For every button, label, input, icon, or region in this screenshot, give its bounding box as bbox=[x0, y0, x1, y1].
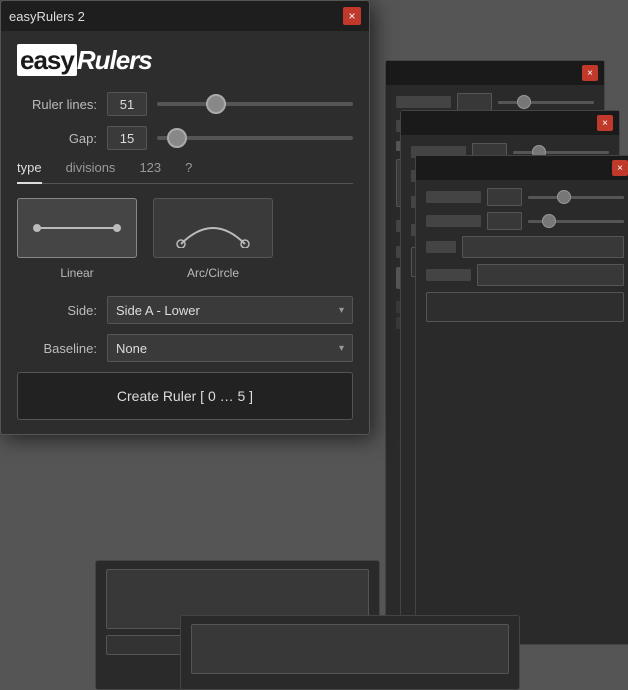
arc-svg bbox=[173, 208, 253, 248]
side-select[interactable]: Side A - Lower ▾ bbox=[107, 296, 353, 324]
gap-value[interactable]: 15 bbox=[107, 126, 147, 150]
arc-label: Arc/Circle bbox=[187, 266, 239, 280]
baseline-row: Baseline: None ▾ bbox=[17, 334, 353, 362]
arc-preview bbox=[153, 198, 273, 258]
window-content: easyRulers Ruler lines: 51 Gap: 15 type bbox=[1, 31, 369, 434]
side-row: Side: Side A - Lower ▾ bbox=[17, 296, 353, 324]
baseline-chevron-icon: ▾ bbox=[339, 343, 344, 354]
tab-bar: type divisions 123 ? bbox=[17, 160, 353, 184]
bg-close-btn-1[interactable]: × bbox=[582, 65, 598, 81]
app-logo: easyRulers bbox=[17, 45, 353, 76]
type-option-arc[interactable]: Arc/Circle bbox=[153, 198, 273, 280]
type-option-linear[interactable]: Linear bbox=[17, 198, 137, 280]
gap-slider-thumb[interactable] bbox=[167, 128, 187, 148]
tab-help[interactable]: ? bbox=[185, 160, 192, 179]
ruler-lines-slider-track[interactable] bbox=[157, 102, 353, 106]
tab-type[interactable]: type bbox=[17, 160, 42, 184]
ruler-lines-row: Ruler lines: 51 bbox=[17, 92, 353, 116]
logo-area: easyRulers bbox=[17, 45, 353, 76]
create-ruler-button[interactable]: Create Ruler [ 0 … 5 ] bbox=[17, 372, 353, 420]
ruler-lines-value[interactable]: 51 bbox=[107, 92, 147, 116]
gap-row: Gap: 15 bbox=[17, 126, 353, 150]
ruler-lines-slider-thumb[interactable] bbox=[206, 94, 226, 114]
side-label: Side: bbox=[17, 303, 97, 318]
main-window: easyRulers 2 × easyRulers Ruler lines: 5… bbox=[0, 0, 370, 435]
gap-slider-track[interactable] bbox=[157, 136, 353, 140]
bg-title-bar-2: × bbox=[401, 111, 619, 135]
tab-divisions[interactable]: divisions bbox=[66, 160, 116, 179]
bg-close-btn-2[interactable]: × bbox=[597, 115, 613, 131]
ruler-lines-label: Ruler lines: bbox=[17, 97, 97, 112]
baseline-select[interactable]: None ▾ bbox=[107, 334, 353, 362]
bottom-panel-2 bbox=[180, 615, 520, 690]
bg-title-bar-3: × bbox=[416, 156, 628, 180]
tab-123[interactable]: 123 bbox=[139, 160, 161, 179]
linear-label: Linear bbox=[60, 266, 93, 280]
gap-label: Gap: bbox=[17, 131, 97, 146]
bg-title-bar-1: × bbox=[386, 61, 604, 85]
close-button[interactable]: × bbox=[343, 7, 361, 25]
title-bar: easyRulers 2 × bbox=[1, 1, 369, 31]
type-panel: Linear Arc/Circle bbox=[17, 198, 353, 280]
baseline-label: Baseline: bbox=[17, 341, 97, 356]
linear-preview bbox=[17, 198, 137, 258]
window-title: easyRulers 2 bbox=[9, 9, 85, 24]
background-window-3: × bbox=[415, 155, 628, 645]
logo-rulers: Rulers bbox=[77, 45, 152, 75]
bg-close-btn-3[interactable]: × bbox=[612, 160, 628, 176]
logo-easy: easy bbox=[17, 44, 77, 76]
side-chevron-icon: ▾ bbox=[339, 305, 344, 316]
